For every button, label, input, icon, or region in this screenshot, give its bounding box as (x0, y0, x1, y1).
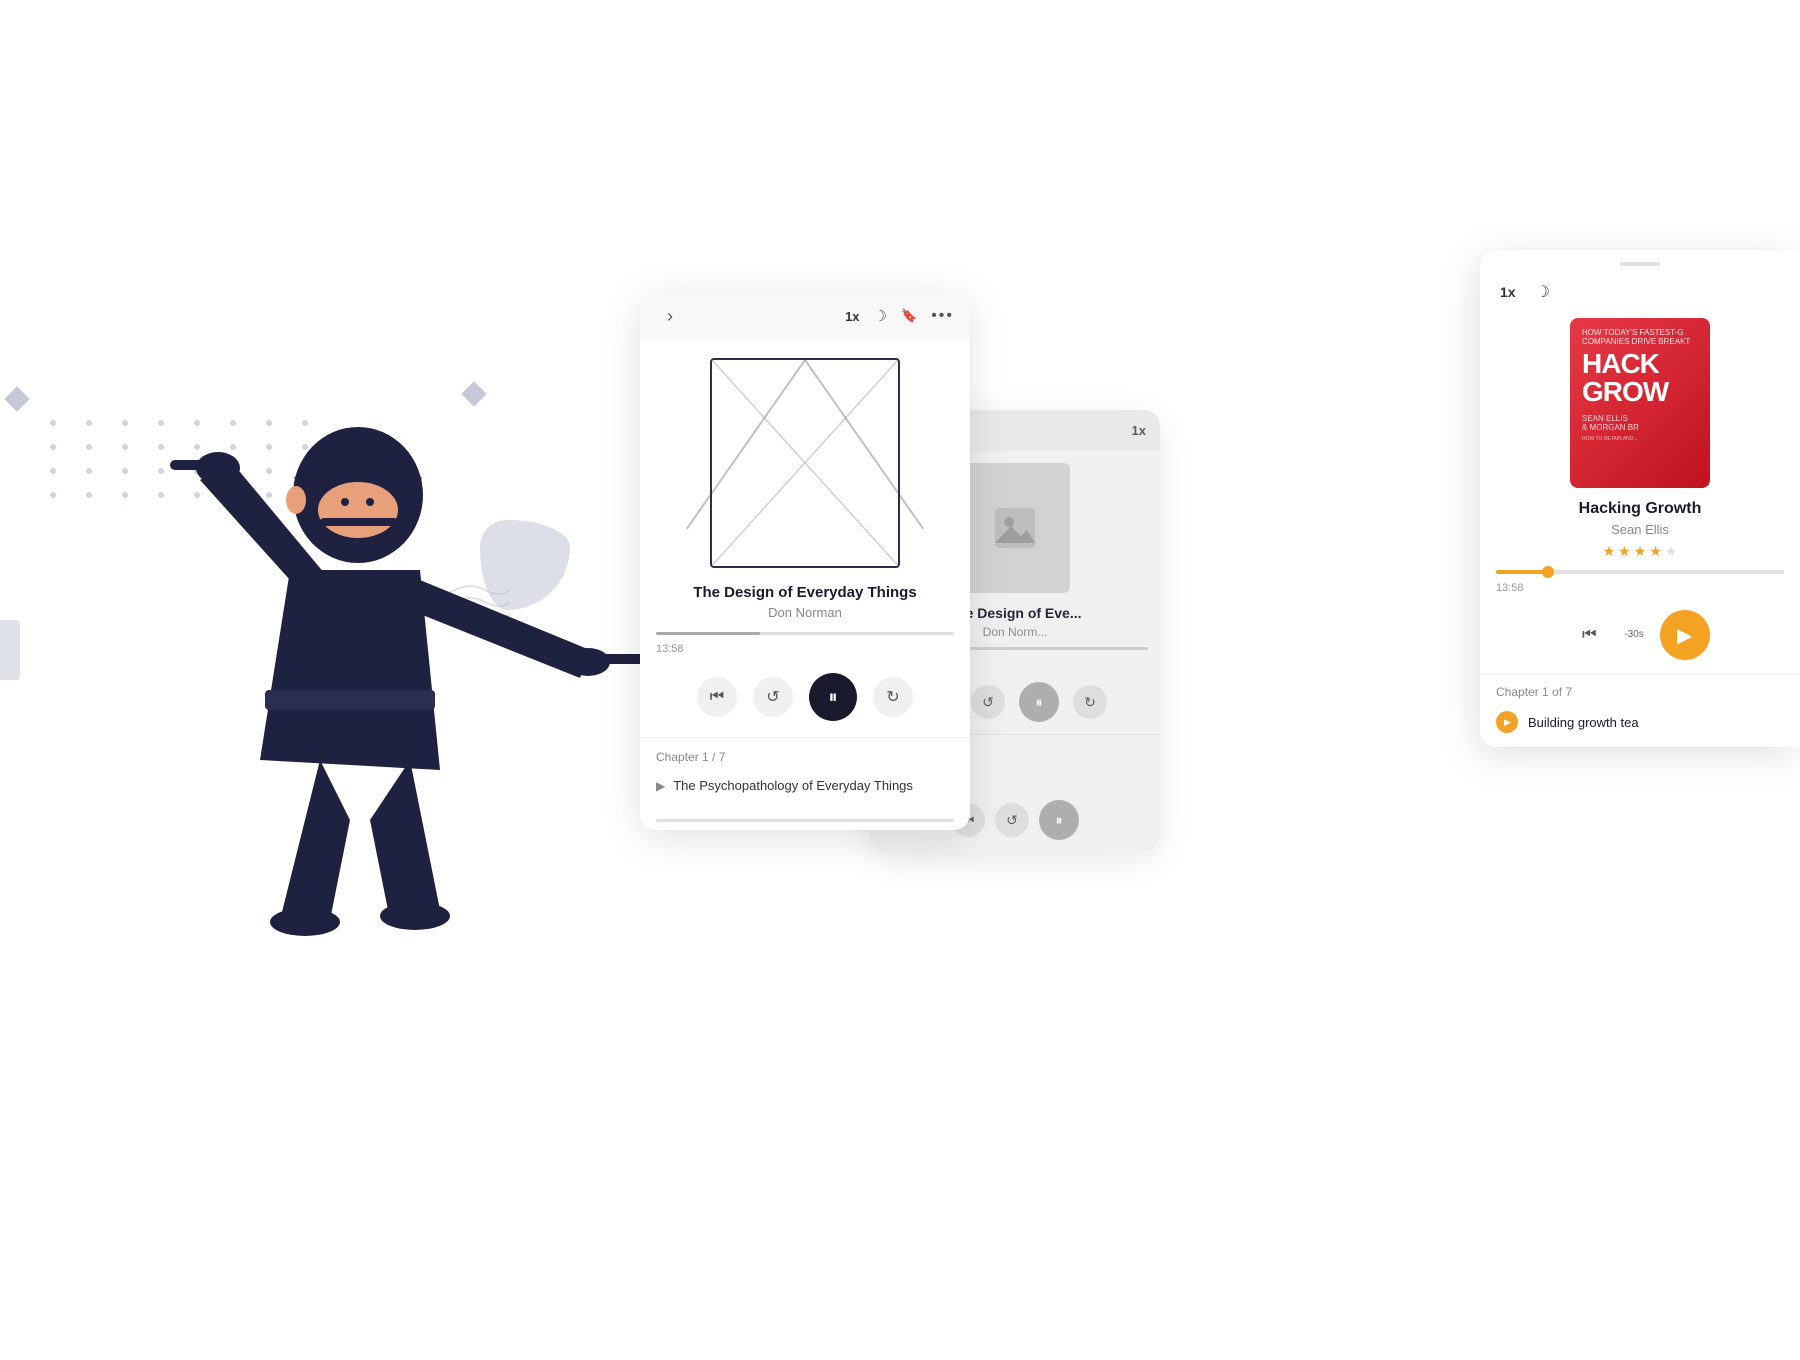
book-title-1: The Design of Everyday Things (640, 584, 970, 605)
speed-label-1: 1x (845, 309, 859, 324)
controls-row-3: ⏮ -30s ▶ (1480, 602, 1800, 674)
scroll-indicator-1 (656, 819, 954, 822)
chapter-label-1: Chapter 1 / 7 (656, 750, 954, 764)
chapter-section-3: Chapter 1 of 7 ▶ Building growth tea (1480, 674, 1800, 747)
book-author-1: Don Norman (640, 605, 970, 632)
chevron-right-icon (667, 306, 673, 327)
bookmark-icon-1: 🔖 (901, 308, 917, 324)
star-3: ★ (1634, 543, 1647, 560)
cover-description: HOW TO RETAIN AND... (1582, 436, 1638, 442)
chapter-play-icon-1: ▶ (656, 779, 665, 793)
stars-row-3: ★ ★ ★ ★ ★ (1480, 543, 1800, 570)
book-image-placeholder-2 (960, 463, 1070, 593)
speed-label-3: 1x (1500, 284, 1516, 300)
book-cover-real-3: HOW TODAY'S FASTEST-GCOMPANIES DRIVE BRE… (1570, 318, 1710, 488)
replay-button-1[interactable]: ↺ (753, 677, 793, 717)
chapter-label-3: Chapter 1 of 7 (1496, 685, 1784, 699)
image-icon (995, 508, 1035, 548)
skip-label-3: -30s (1624, 629, 1643, 640)
forward-button-2[interactable]: ↻ (1073, 685, 1107, 719)
speed-label-2: 1x (1132, 423, 1146, 438)
side-rect-decoration (0, 620, 20, 680)
star-1: ★ (1603, 543, 1616, 560)
play-button-3[interactable]: ▶ (1660, 610, 1710, 660)
book-title-3: Hacking Growth (1480, 500, 1800, 522)
chapter-item-1[interactable]: ▶ The Psychopathology of Everyday Things (656, 772, 954, 799)
book-author-3: Sean Ellis (1480, 522, 1800, 543)
cover-title-grow: GROW (1582, 378, 1668, 406)
chapter-item-3[interactable]: ▶ Building growth tea (1496, 707, 1784, 737)
player-card-1-topbar: 1x ☽ 🔖 ••• (640, 290, 970, 342)
diamond-decoration-2 (4, 386, 29, 411)
speed-dark-row: 1x ☽ (1480, 274, 1800, 306)
cover-author-names: SEAN ELLIS& MORGAN BR (1582, 414, 1639, 432)
progress-fill-1 (656, 632, 760, 635)
pause-button-2b[interactable]: ⏸ (1039, 800, 1079, 840)
dark-mode-icon-3: ☽ (1536, 282, 1550, 302)
progress-track-1 (656, 632, 954, 635)
sleep-icon-1: ☽ (874, 307, 887, 325)
chapter-section-1: Chapter 1 / 7 ▶ The Psychopathology of E… (640, 737, 970, 811)
handle-bar-3 (1620, 262, 1660, 266)
book-cover-placeholder-1 (710, 358, 900, 568)
controls-row-1: ⏮ ↺ ⏸ ↻ (640, 665, 970, 737)
replay-button-2[interactable]: ↺ (971, 685, 1005, 719)
chapter-triangle-3: ▶ (1504, 717, 1511, 728)
star-5: ★ (1665, 543, 1678, 560)
player-card-3: 1x ☽ HOW TODAY'S FASTEST-GCOMPANIES DRIV… (1480, 250, 1800, 747)
star-2: ★ (1618, 543, 1631, 560)
player-card-1: 1x ☽ 🔖 ••• The Design of Everyday Things… (640, 290, 970, 830)
star-4: ★ (1649, 543, 1662, 560)
expand-button-1[interactable] (656, 302, 684, 330)
progress-fill-3 (1496, 570, 1548, 574)
forward-button-1[interactable]: ↻ (873, 677, 913, 717)
progress-track-3 (1496, 570, 1784, 574)
cover-tagline: HOW TODAY'S FASTEST-GCOMPANIES DRIVE BRE… (1582, 328, 1690, 346)
time-display-1: 13:58 (640, 639, 970, 665)
skip-back-button-3[interactable]: ⏮ (1570, 616, 1608, 654)
time-display-3: 13:58 (1480, 578, 1800, 602)
pause-button-1[interactable]: ⏸ (809, 673, 857, 721)
ninja-illustration (100, 200, 660, 980)
chapter-play-circle-3: ▶ (1496, 711, 1518, 733)
replay-button-2b[interactable]: ↺ (995, 803, 1029, 837)
book-cover-area-1 (640, 342, 970, 584)
progress-thumb-3 (1542, 566, 1554, 578)
chapter-title-1: The Psychopathology of Everyday Things (673, 778, 913, 793)
skip-back-button-1[interactable]: ⏮ (697, 677, 737, 717)
pause-button-2[interactable]: ⏸ (1019, 682, 1059, 722)
progress-bar-3[interactable] (1480, 570, 1800, 578)
chapter-title-3: Building growth tea (1528, 715, 1639, 730)
more-icon-1: ••• (931, 307, 954, 325)
cover-title-hack: HACK (1582, 350, 1659, 378)
progress-bar-1[interactable] (640, 632, 970, 639)
